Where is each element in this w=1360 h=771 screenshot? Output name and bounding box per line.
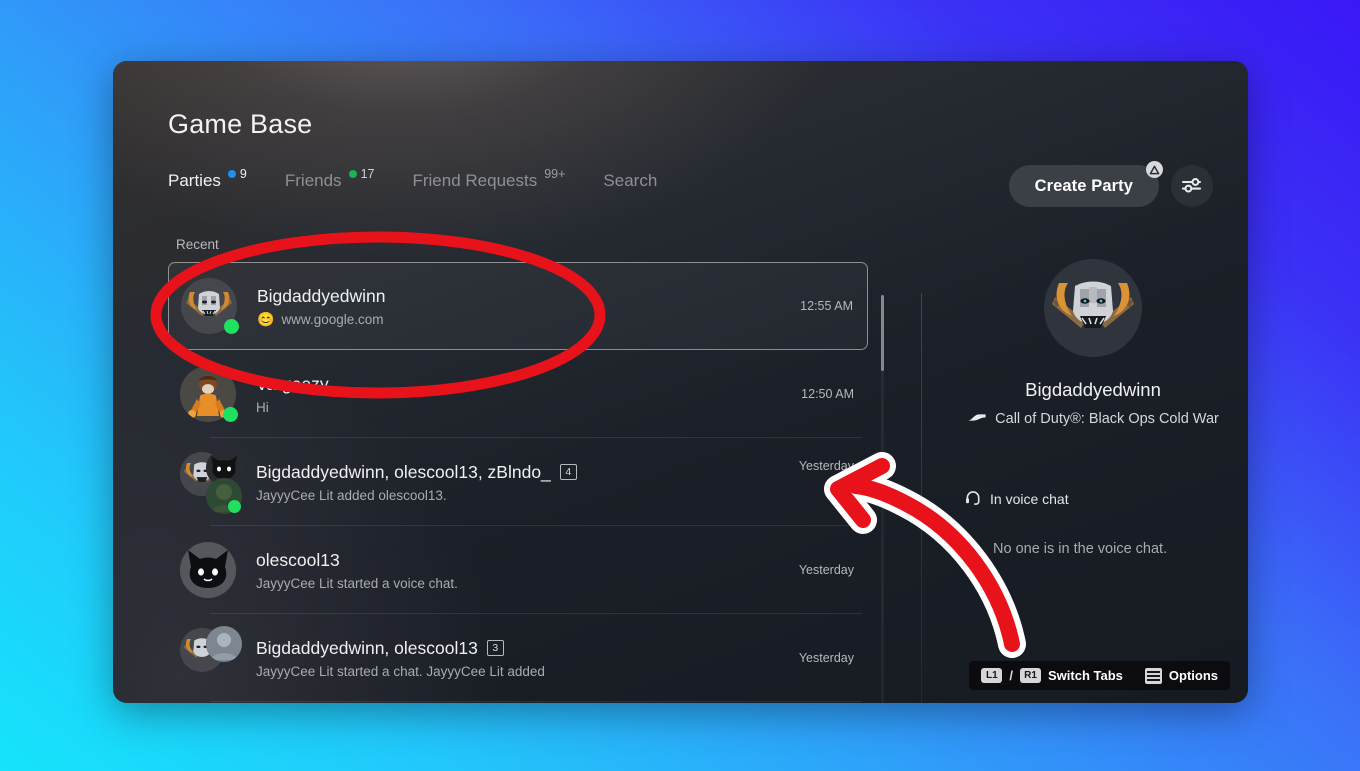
tab-friends-count: 17 (360, 167, 375, 181)
conversation-row-vargeezy[interactable]: Vargeezy Hi 12:50 AM (168, 350, 868, 438)
tab-parties[interactable]: Parties 9 (168, 167, 247, 191)
detail-activity: Call of Duty®: Black Ops Cold War (943, 411, 1243, 427)
conversation-text: Vargeezy Hi (256, 374, 787, 415)
tab-bar: Parties 9 Friends 17 Friend Requests 99+ (168, 167, 695, 191)
avatar-group (180, 626, 242, 688)
tab-parties-count: 9 (239, 167, 247, 181)
avatar (181, 276, 241, 336)
black-cat-avatar-icon (180, 542, 236, 598)
conversation-text: Bigdaddyedwinn 😊 www.google.com (257, 286, 786, 327)
switch-tabs-label: Switch Tabs (1048, 668, 1123, 683)
member-count-badge: 3 (486, 640, 504, 656)
avatar (180, 540, 240, 600)
conversation-meta: Yesterday (799, 651, 854, 665)
conversation-title: olescool13 (256, 549, 340, 570)
tab-search[interactable]: Search (603, 171, 657, 191)
header-actions: Create Party (1008, 161, 1213, 207)
panel-divider (921, 293, 922, 703)
conversation-subtitle: JayyyCee Lit started a voice chat. (256, 575, 458, 591)
conversation-subtitle: Hi (256, 399, 269, 415)
conversation-time: 12:50 AM (801, 387, 854, 401)
conversation-subtitle: JayyyCee Lit added olescool13. (256, 487, 447, 503)
conversation-meta: Yesterday (799, 563, 854, 577)
avatar (180, 364, 240, 424)
page-title: Game Base (168, 109, 313, 139)
list-heading: Recent (176, 237, 219, 252)
tab-friend-requests-meta: 99+ (544, 167, 565, 181)
member-count-badge: 4 (559, 464, 577, 480)
parties-status-dot (227, 170, 236, 178)
tab-parties-meta: 9 (227, 167, 247, 181)
hint-options[interactable]: Options (1144, 667, 1218, 684)
detail-name: Bigdaddyedwinn (1025, 379, 1161, 400)
voice-chat-section: In voice chat No one is in the voice cha… (943, 489, 1243, 557)
hamburger-icon (1144, 667, 1162, 684)
conversation-meta: 12:50 AM (801, 387, 854, 401)
tab-parties-label: Parties (168, 171, 221, 190)
key-separator: / (1009, 668, 1013, 683)
voice-chat-heading: In voice chat (965, 489, 1243, 509)
triangle-button-icon (1146, 161, 1163, 178)
footer-hints: L1 / R1 Switch Tabs Options (969, 661, 1230, 690)
conversation-text: Bigdaddyedwinn, olescool13, zBlndo_ 4 Ja… (256, 462, 785, 503)
conversation-subtitle: 😊 www.google.com (257, 311, 384, 327)
list-scrollbar-thumb[interactable] (881, 295, 884, 371)
filter-button[interactable] (1171, 165, 1213, 207)
conversation-meta: Yesterday (799, 459, 854, 506)
tab-friend-requests-count: 99+ (544, 167, 566, 181)
tab-friends-meta: 17 (348, 167, 375, 181)
r1-button-key: R1 (1020, 668, 1041, 683)
conversation-title: Bigdaddyedwinn, olescool13, zBlndo_ 4 (256, 462, 785, 483)
smiley-emoji-icon: 😊 (257, 311, 275, 327)
voice-chat-empty-message: No one is in the voice chat. (993, 541, 1168, 557)
conversation-row-group-3[interactable]: Bigdaddyedwinn, olescool13 3 JayyyCee Li… (168, 614, 868, 702)
game-base-window: Game Base Parties 9 Friends 17 Friend Re… (113, 61, 1248, 703)
online-status-dot (223, 407, 238, 422)
options-label: Options (1168, 668, 1218, 683)
tab-friends-label: Friends (284, 171, 342, 190)
conversation-subtitle: JayyyCee Lit started a chat. JayyyCee Li… (256, 663, 545, 679)
online-status-dot (224, 319, 239, 334)
conversation-time: Yesterday (798, 651, 854, 665)
friends-status-dot (348, 170, 357, 178)
conversation-row-olescool13[interactable]: olescool13 JayyyCee Lit started a voice … (168, 526, 868, 614)
create-party-button[interactable]: Create Party (1008, 161, 1163, 207)
create-party-label: Create Party (1034, 176, 1133, 195)
online-status-dot (228, 500, 241, 513)
tab-friends[interactable]: Friends 17 (284, 167, 375, 191)
conversation-title: Vargeezy (256, 373, 329, 394)
l1-button-key: L1 (981, 668, 1003, 683)
tab-friend-requests[interactable]: Friend Requests 99+ (412, 167, 565, 191)
detail-panel: Bigdaddyedwinn Call of Duty®: Black Ops … (943, 237, 1243, 703)
grey-avatar-icon (206, 626, 242, 662)
conversation-time: Yesterday (798, 458, 854, 473)
avatar-group (180, 450, 242, 514)
conversation-title: Bigdaddyedwinn, olescool13 3 (256, 638, 785, 659)
conversation-time: Yesterday (798, 563, 854, 577)
detail-avatar (1044, 259, 1142, 357)
tab-search-label: Search (603, 171, 658, 190)
conversation-row-group-4[interactable]: Bigdaddyedwinn, olescool13, zBlndo_ 4 Ja… (168, 438, 868, 526)
list-scrollbar[interactable] (881, 295, 884, 703)
conversation-text: Bigdaddyedwinn, olescool13 3 JayyyCee Li… (256, 638, 785, 679)
sliders-icon (1181, 176, 1203, 197)
hint-switch-tabs[interactable]: L1 / R1 Switch Tabs (981, 668, 1123, 683)
conversation-title: Bigdaddyedwinn (257, 285, 386, 306)
conversation-text: olescool13 JayyyCee Lit started a voice … (256, 550, 785, 591)
conversation-list: Recent Bigdaddyedwinn 😊 www.google.com 1… (168, 237, 868, 703)
headset-icon (837, 483, 854, 506)
tab-friend-requests-label: Friend Requests (412, 171, 538, 190)
headset-icon (965, 489, 981, 509)
conversation-time: 12:55 AM (800, 299, 853, 313)
ps5-game-icon (967, 411, 987, 427)
row-divider (210, 701, 862, 702)
conversation-row-bigdaddyedwinn[interactable]: Bigdaddyedwinn 😊 www.google.com 12:55 AM (168, 262, 868, 350)
conversation-meta: 12:55 AM (800, 299, 853, 313)
